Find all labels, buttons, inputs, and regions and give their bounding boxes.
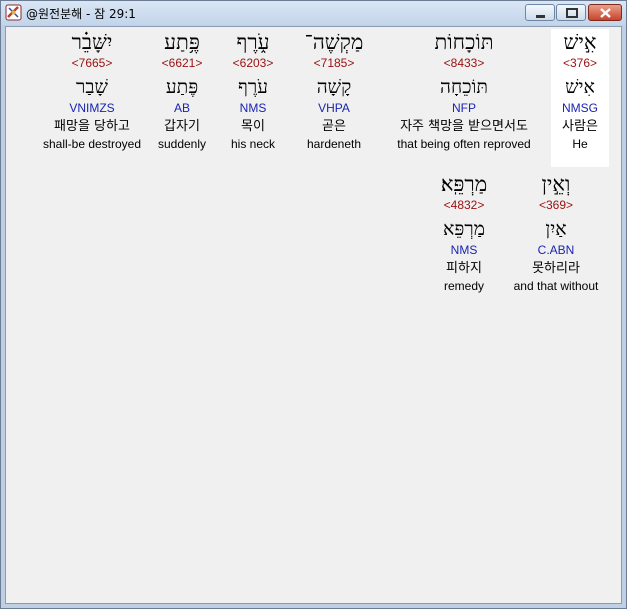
word-column[interactable]: וְאֵ֣ין <369> אַיִן C.ABN 못하리라 and that … [514, 171, 599, 294]
title-bar[interactable]: @원전분해 - 잠 29:1 [1, 1, 626, 25]
word-column[interactable]: מַקְשֶׁה־ <7185> קָשָׁה VHPA 곧은 hardenet… [305, 29, 364, 152]
lemma: אַיִן [545, 218, 567, 240]
korean-gloss: 곧은 [322, 119, 346, 134]
morphology-code: NMS [239, 101, 267, 115]
english-gloss: his neck [230, 137, 276, 151]
bible-app-icon [5, 4, 22, 21]
english-gloss: that being often reproved [397, 137, 531, 151]
minimize-icon [536, 15, 545, 18]
maximize-icon [566, 8, 578, 18]
korean-gloss: 갑자기 [164, 119, 200, 134]
hebrew-word: תּוֹכָחוֹת [434, 30, 494, 54]
morphology-code: NFP [452, 101, 476, 115]
strong-number[interactable]: <369> [514, 197, 599, 214]
word-column[interactable]: פֶּ֥תַע <6621> פֶּתַע AB 갑자기 suddenly [158, 29, 206, 152]
korean-gloss: 못하리라 [532, 261, 580, 276]
hebrew-word: וְאֵ֣ין [541, 172, 571, 196]
interlinear-view: אִ֣ישׁ <376> אִישׁ NMSG 사람은 He תּוֹכָחוֹ… [5, 26, 622, 604]
minimize-button[interactable] [525, 4, 555, 21]
english-gloss: remedy [443, 279, 484, 293]
hebrew-word: יִשָּׁבֵ֗ר [71, 30, 113, 54]
english-gloss: He [572, 137, 588, 151]
english-gloss: shall-be destroyed [42, 137, 142, 151]
lemma: שָׁבַר [76, 76, 108, 98]
word-column[interactable]: עֹ֑רֶף <6203> עֹרֶף NMS 목이 his neck [231, 29, 275, 152]
strong-number[interactable]: <6621> [158, 55, 206, 72]
hebrew-word: מַקְשֶׁה־ [304, 30, 364, 54]
strong-number[interactable]: <8433> [397, 55, 530, 72]
korean-gloss: 목이 [241, 119, 265, 134]
strong-number[interactable]: <376> [551, 55, 609, 72]
english-gloss: suddenly [157, 137, 207, 151]
hebrew-word: עֹ֑רֶף [236, 30, 270, 54]
hebrew-word: אִ֣ישׁ [563, 30, 597, 54]
app-window: @원전분해 - 잠 29:1 אִ֣ישׁ <376> אִישׁ NMSG 사… [0, 0, 627, 609]
close-icon [600, 8, 611, 18]
lemma: אִישׁ [565, 76, 595, 98]
word-column[interactable]: תּוֹכָחוֹת <8433> תּוֹכֵחָה NFP 자주 책망을 받… [397, 29, 530, 152]
hebrew-word: פֶּ֥תַע [164, 30, 200, 54]
maximize-button[interactable] [556, 4, 586, 21]
lemma: תּוֹכֵחָה [440, 76, 488, 98]
morphology-code: C.ABN [537, 243, 575, 257]
strong-number[interactable]: <4832> [441, 197, 487, 214]
strong-number[interactable]: <6203> [231, 55, 275, 72]
strong-number[interactable]: <7185> [305, 55, 364, 72]
word-column[interactable]: אִ֣ישׁ <376> אִישׁ NMSG 사람은 He [551, 29, 609, 167]
english-gloss: hardeneth [306, 137, 362, 151]
hebrew-word: מַרְפֵּֽא׃ [440, 172, 488, 196]
morphology-code: NMS [450, 243, 478, 257]
morphology-code: NMSG [562, 101, 598, 115]
korean-gloss: 자주 책망을 받으면서도 [400, 119, 528, 134]
korean-gloss: 피하지 [446, 261, 482, 276]
lemma: מַרְפֵּא [443, 218, 485, 240]
word-column[interactable]: מַרְפֵּֽא׃ <4832> מַרְפֵּא NMS 피하지 remed… [441, 171, 487, 294]
morphology-code: VHPA [318, 101, 350, 115]
close-button[interactable] [588, 4, 622, 21]
window-title: @원전분해 - 잠 29:1 [26, 7, 136, 21]
strong-number[interactable]: <7665> [43, 55, 141, 72]
lemma: פֶּתַע [165, 76, 199, 98]
morphology-code: AB [173, 101, 191, 115]
lemma: קָשָׁה [316, 76, 352, 98]
korean-gloss: 사람은 [562, 119, 598, 134]
word-column[interactable]: יִשָּׁבֵ֗ר <7665> שָׁבַר VNIMZS 패망을 당하고 … [43, 29, 141, 152]
lemma: עֹרֶף [238, 76, 268, 98]
english-gloss: and that without [513, 279, 599, 293]
korean-gloss: 패망을 당하고 [54, 119, 130, 134]
morphology-code: VNIMZS [69, 101, 115, 115]
